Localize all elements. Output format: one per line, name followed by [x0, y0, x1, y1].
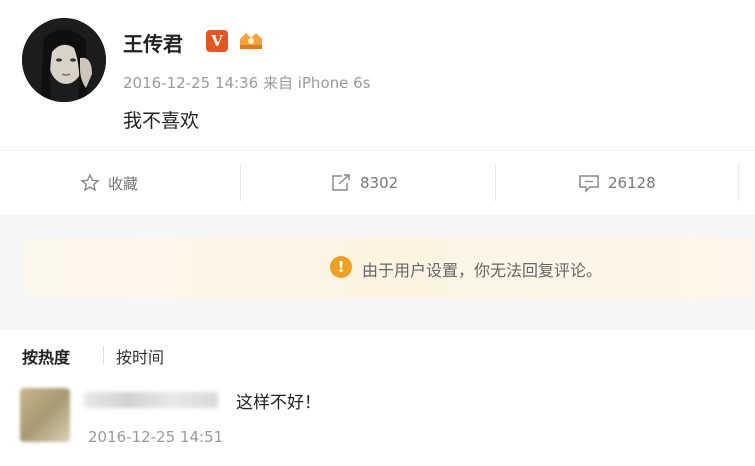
comment-timestamp: 2016-12-25 14:51 [88, 428, 224, 446]
post-content: 我不喜欢 [123, 110, 200, 132]
warning-icon: ! [330, 256, 352, 278]
comment-count: 26128 [608, 174, 656, 192]
favorite-button[interactable]: 收藏 [80, 151, 138, 215]
member-crown-icon [236, 29, 266, 53]
action-divider [240, 165, 241, 201]
post-source[interactable]: 来自 iPhone 6s [263, 74, 371, 92]
action-divider [738, 165, 739, 201]
star-icon [80, 173, 100, 192]
avatar-portrait-icon [22, 18, 106, 102]
tab-divider [103, 346, 104, 364]
post-username[interactable]: 王传君 [123, 28, 183, 57]
post-timestamp: 2016-12-25 14:36 [123, 74, 259, 92]
action-bar: 收藏 8302 26128 [0, 150, 755, 215]
tab-sort-hot[interactable]: 按热度 [22, 344, 70, 368]
post-meta: 2016-12-25 14:36 来自 iPhone 6s [123, 72, 370, 93]
tab-sort-time[interactable]: 按时间 [116, 344, 164, 368]
comment-text: 这样不好！ [236, 393, 321, 413]
post-card [0, 0, 755, 150]
comment-icon [579, 175, 599, 193]
user-avatar[interactable] [22, 18, 106, 102]
repost-icon [332, 174, 350, 191]
verified-badge-icon: V [206, 30, 228, 52]
repost-button[interactable]: 8302 [330, 151, 398, 215]
comment-avatar[interactable] [20, 388, 70, 442]
comment-username-blurred[interactable] [84, 392, 218, 408]
action-divider [495, 165, 496, 201]
comment-button[interactable]: 26128 [578, 151, 656, 215]
favorite-label: 收藏 [108, 174, 139, 193]
repost-count: 8302 [360, 174, 399, 192]
notice-text: 由于用户设置，你无法回复评论。 [362, 261, 603, 280]
